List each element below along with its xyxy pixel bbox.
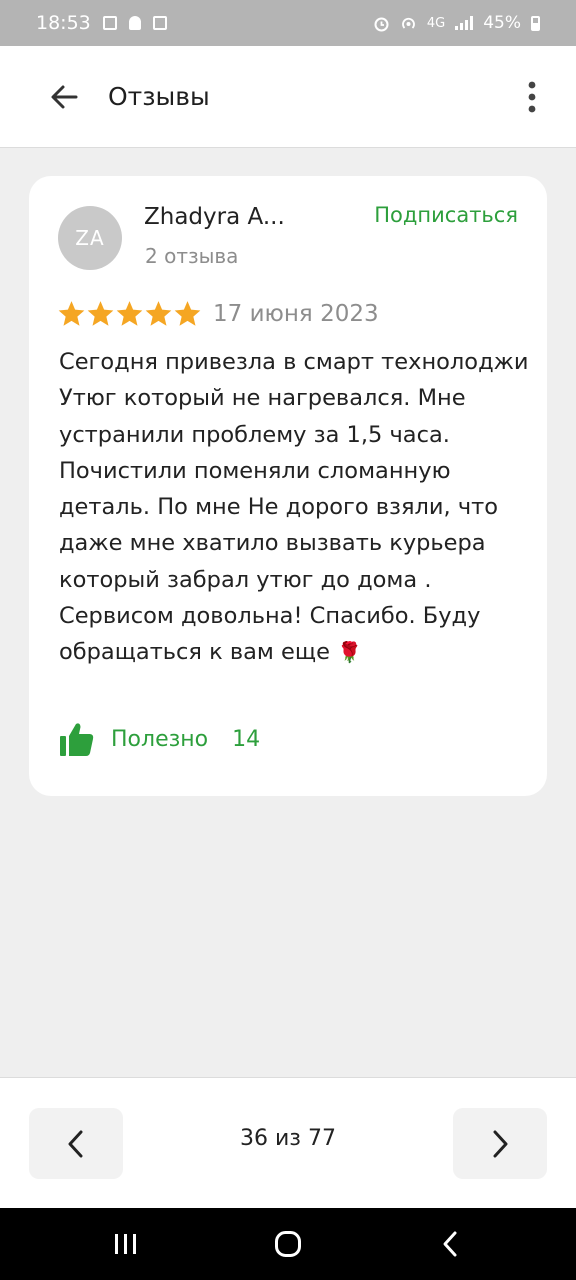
status-bar: 18:53 4G 45% <box>0 0 576 46</box>
network-type: 4G <box>426 15 446 31</box>
useful-count: 14 <box>232 726 261 752</box>
thumbs-up-icon <box>60 723 94 756</box>
bell-notification-icon <box>128 16 141 30</box>
battery-icon <box>531 15 540 31</box>
home-icon <box>275 1231 301 1257</box>
rating-row: 17 июня 2023 <box>58 300 379 327</box>
app-notification-icon <box>152 16 167 30</box>
app-bar: Отзывы <box>0 46 576 148</box>
alarm-icon <box>374 17 389 31</box>
more-vert-icon <box>528 81 536 112</box>
system-back-icon <box>443 1231 457 1257</box>
subscribe-button[interactable]: Подписаться <box>374 203 518 227</box>
useful-button[interactable]: Полезно 14 <box>59 721 260 757</box>
recent-apps-button[interactable] <box>96 1224 156 1264</box>
review-text: Сегодня привезла в смарт технолоджи Утюг… <box>59 344 529 671</box>
system-back-button[interactable] <box>420 1224 480 1264</box>
signal-icon <box>455 16 474 30</box>
back-button[interactable] <box>34 67 94 127</box>
review-card: ZA Zhadyra A... 2 отзыва Подписаться 17 … <box>29 176 547 796</box>
rating-stars <box>58 300 201 327</box>
more-options-button[interactable] <box>476 67 536 127</box>
star-icon <box>58 301 85 326</box>
gallery-notification-icon <box>102 16 117 30</box>
review-date: 17 июня 2023 <box>213 300 379 327</box>
star-icon <box>87 301 114 326</box>
review-pagination: 36 из 77 <box>0 1077 576 1208</box>
author-review-count: 2 отзыва <box>145 244 239 268</box>
next-review-button[interactable] <box>453 1108 547 1179</box>
battery-percent: 45% <box>483 13 521 33</box>
avatar[interactable]: ZA <box>58 206 122 270</box>
arrow-back-icon <box>51 85 78 108</box>
page-title: Отзывы <box>108 82 210 111</box>
star-icon <box>116 301 143 326</box>
system-navigation-bar <box>0 1208 576 1280</box>
author-name[interactable]: Zhadyra A... <box>144 204 285 230</box>
chevron-right-icon <box>493 1130 508 1157</box>
home-button[interactable] <box>258 1224 318 1264</box>
status-time: 18:53 <box>36 12 91 34</box>
star-icon <box>145 301 172 326</box>
review-body: Сегодня привезла в смарт технолоджи Утюг… <box>59 349 529 666</box>
hotspot-icon <box>401 17 415 29</box>
useful-label: Полезно <box>111 726 209 752</box>
star-icon <box>174 301 201 326</box>
recent-apps-icon <box>115 1234 136 1254</box>
rose-emoji: 🌹 <box>337 640 362 665</box>
